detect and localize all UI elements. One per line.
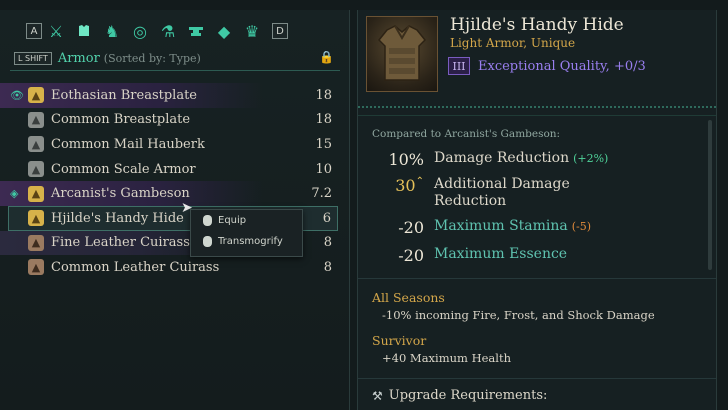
cuirass-icon: ▲ bbox=[28, 234, 44, 251]
item-value: 8 bbox=[323, 259, 332, 275]
equip-option[interactable]: Equip bbox=[191, 210, 302, 231]
upgrade-requirements: ⚒ Upgrade Requirements: bbox=[372, 388, 547, 403]
stat-value: 10% bbox=[388, 150, 424, 169]
item-title: Hjilde's Handy Hide bbox=[450, 15, 624, 35]
item-value: 18 bbox=[315, 87, 332, 103]
potion-icon[interactable]: ⚗ bbox=[154, 18, 182, 44]
list-item[interactable]: ▲ Common Scale Armor 10 bbox=[0, 157, 350, 182]
scale-armor-icon: ▲ bbox=[28, 161, 44, 178]
enchantment-desc: +40 Maximum Health bbox=[382, 351, 511, 365]
compare-label: Compared to Arcanist's Gambeson: bbox=[372, 128, 561, 140]
item-name: Common Mail Hauberk bbox=[51, 136, 205, 152]
enchantment-section: All Seasons -10% incoming Fire, Frost, a… bbox=[372, 290, 655, 322]
stat-value: -20 bbox=[398, 218, 424, 237]
stat-value: 30 bbox=[395, 176, 416, 195]
item-portrait bbox=[366, 16, 438, 92]
section-divider bbox=[358, 278, 716, 279]
crossed-weapons-icon[interactable]: ⚔ bbox=[42, 18, 70, 44]
item-value: 7.2 bbox=[311, 186, 332, 202]
gem-icon[interactable]: ◆ bbox=[210, 18, 238, 44]
next-category-key[interactable]: D bbox=[272, 23, 288, 39]
stat-row: 10% Damage Reduction (+2%) bbox=[358, 150, 698, 169]
sort-key[interactable]: L SHIFT bbox=[14, 51, 52, 65]
item-name: Arcanist's Gambeson bbox=[51, 186, 190, 202]
quality-row: III Exceptional Quality, +0/3 bbox=[448, 56, 698, 76]
item-name: Hjilde's Handy Hide bbox=[51, 210, 184, 226]
stat-delta: (+2%) bbox=[573, 152, 609, 165]
sort-row: L SHIFT Armor (Sorted by: Type) 🔒 bbox=[14, 48, 334, 68]
category-bar: A ⚔ ♞ ◎ ⚗ ◆ ♛ D bbox=[26, 18, 326, 44]
list-item[interactable]: 👁 ▲ Eothasian Breastplate 18 bbox=[0, 83, 350, 108]
context-menu: Equip Transmogrify bbox=[190, 209, 303, 257]
lock-icon[interactable]: 🔒 bbox=[319, 50, 334, 64]
breastplate-icon: ▲ bbox=[28, 111, 44, 128]
enchantment-section: Survivor +40 Maximum Health bbox=[372, 333, 511, 365]
quality-text: Exceptional Quality, +0/3 bbox=[478, 58, 646, 74]
armor-icon[interactable] bbox=[70, 18, 98, 44]
list-item[interactable]: ▲ Common Breastplate 18 bbox=[0, 108, 350, 133]
section-divider bbox=[358, 378, 716, 379]
item-value: 15 bbox=[315, 136, 332, 152]
enchantment-title: Survivor bbox=[372, 333, 427, 348]
ornament-divider bbox=[358, 106, 716, 116]
stat-label: Additional Damage Reduction bbox=[434, 176, 570, 209]
hauberk-icon: ▲ bbox=[28, 136, 44, 153]
increase-arrow-icon: ⌃ bbox=[415, 176, 424, 187]
cuirass-icon: ▲ bbox=[28, 259, 44, 276]
horse-icon[interactable]: ♞ bbox=[98, 18, 126, 44]
stat-delta: (-5) bbox=[571, 220, 592, 233]
equipped-diamond-icon: ◈ bbox=[10, 187, 19, 201]
enchantment-title: All Seasons bbox=[372, 290, 445, 305]
list-item[interactable]: ▲ Common Mail Hauberk 15 bbox=[0, 132, 350, 157]
item-name: Fine Leather Cuirass bbox=[51, 235, 190, 251]
detail-scrollbar[interactable] bbox=[708, 120, 712, 270]
sort-category-label: Armor bbox=[57, 50, 100, 66]
stat-row: -20 Maximum Essence bbox=[358, 246, 698, 265]
item-value: 6 bbox=[322, 210, 331, 226]
item-name: Common Breastplate bbox=[51, 112, 191, 128]
stat-label: Damage Reduction bbox=[434, 150, 570, 166]
list-item[interactable]: ◈ ▲ Arcanist's Gambeson 7.2 bbox=[0, 181, 350, 206]
leather-armor-icon bbox=[377, 25, 427, 81]
hide-armor-icon: ▲ bbox=[28, 210, 44, 227]
item-name: Eothasian Breastplate bbox=[51, 87, 198, 103]
enchantment-desc: -10% incoming Fire, Frost, and Shock Dam… bbox=[382, 308, 655, 322]
list-item[interactable]: ▲ Common Leather Cuirass 8 bbox=[0, 255, 350, 280]
item-type: Light Armor, Unique bbox=[450, 36, 576, 50]
transmogrify-option[interactable]: Transmogrify bbox=[191, 231, 302, 252]
item-value: 8 bbox=[323, 235, 332, 251]
stat-label: Maximum Essence bbox=[434, 246, 568, 262]
item-value: 10 bbox=[315, 161, 332, 177]
stat-row: -20 Maximum Stamina (-5) bbox=[358, 218, 698, 237]
equipped-eye-icon: 👁 bbox=[10, 88, 24, 102]
crown-icon[interactable]: ♛ bbox=[238, 18, 266, 44]
prev-category-key[interactable]: A bbox=[26, 23, 42, 39]
mouse-right-icon bbox=[203, 236, 212, 247]
anvil-icon: ⚒ bbox=[372, 388, 383, 403]
item-detail-panel: Hjilde's Handy Hide Light Armor, Unique … bbox=[357, 10, 717, 410]
breastplate-icon: ▲ bbox=[28, 87, 44, 104]
stat-row: 30⌃ Additional Damage Reduction bbox=[358, 176, 698, 210]
item-name: Common Scale Armor bbox=[51, 161, 196, 177]
quality-badge: III bbox=[448, 57, 470, 75]
ring-icon[interactable]: ◎ bbox=[126, 18, 154, 44]
sort-mode-label: (Sorted by: Type) bbox=[103, 51, 201, 65]
transmogrify-label: Transmogrify bbox=[218, 236, 283, 247]
upgrade-label: Upgrade Requirements: bbox=[388, 388, 548, 403]
mouse-left-icon bbox=[203, 215, 212, 226]
anvil-icon[interactable] bbox=[182, 18, 210, 44]
stat-label: Maximum Stamina bbox=[434, 218, 568, 234]
item-name: Common Leather Cuirass bbox=[51, 259, 220, 275]
gambeson-icon: ▲ bbox=[28, 185, 44, 202]
list-divider bbox=[10, 70, 340, 76]
stat-value: -20 bbox=[398, 246, 424, 265]
equip-label: Equip bbox=[218, 215, 247, 226]
item-value: 18 bbox=[315, 112, 332, 128]
